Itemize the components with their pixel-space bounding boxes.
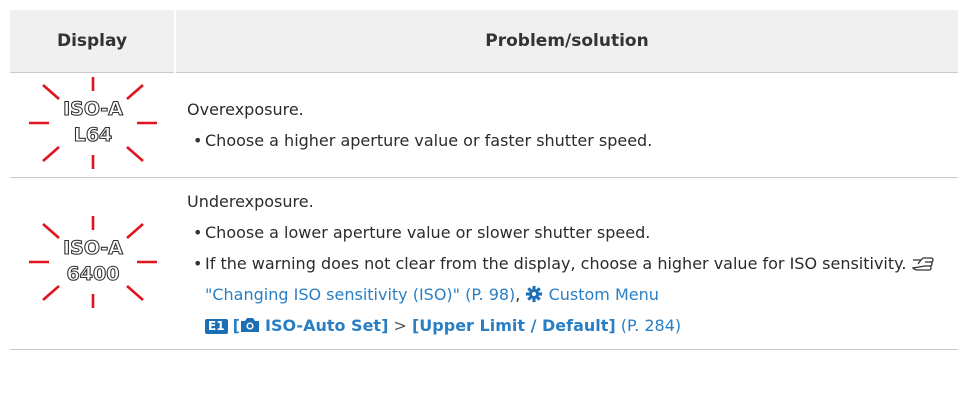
pointing-hand-icon [911, 254, 934, 273]
solution-cell: Overexposure. Choose a higher aperture v… [175, 72, 958, 178]
menu-tab-badge: E1 [205, 319, 228, 334]
problem-text: Overexposure. [187, 100, 304, 119]
flash-rays [28, 215, 157, 308]
list-item: If the warning does not clear from the d… [193, 248, 958, 341]
list-item: Choose a lower aperture value or slower … [193, 217, 958, 248]
solution-list: Choose a lower aperture value or slower … [187, 217, 958, 341]
iso-label: ISO-A [63, 237, 123, 259]
separator-comma: , [515, 285, 521, 304]
iso-value: 6400 [66, 263, 119, 285]
iso-value: L64 [73, 124, 112, 146]
flashing-iso-indicator-icon: ISO-A L64 [28, 77, 157, 169]
menu-item-label[interactable]: ISO-Auto Set] [265, 316, 388, 335]
display-cell: ISO-A L64 [10, 72, 175, 178]
list-item-text: If the warning does not clear from the d… [205, 254, 907, 273]
bracket-open: [ [232, 316, 240, 335]
cross-reference-link[interactable]: "Changing ISO sensitivity (ISO)" (P. 98) [205, 285, 515, 304]
header-row: Display Problem/solution [10, 10, 958, 73]
list-item: Choose a higher aperture value or faster… [193, 125, 958, 156]
display-cell: ISO-A 6400 [10, 177, 175, 350]
solution-cell: Underexposure. Choose a lower aperture v… [175, 177, 958, 350]
header-problem-solution: Problem/solution [175, 10, 958, 73]
flashing-iso-indicator-icon: ISO-A 6400 [28, 215, 157, 308]
gear-icon [525, 285, 543, 304]
flash-rays [28, 77, 157, 169]
page-reference-link[interactable]: (P. 284) [621, 316, 681, 335]
camera-icon [240, 316, 260, 335]
problem-text: Underexposure. [187, 192, 314, 211]
iso-label: ISO-A [63, 98, 123, 120]
table-row: ISO-A 6400 Underexposure. Choose a lower… [10, 177, 958, 350]
custom-menu-link[interactable]: Custom Menu [549, 285, 659, 304]
menu-separator: > [393, 316, 407, 335]
table-row: ISO-A L64 Overexposure. Choose a higher … [10, 72, 958, 178]
solution-list: Choose a higher aperture value or faster… [187, 125, 958, 156]
troubleshooting-table: Display Problem/solution ISO-A L64 Overe… [10, 10, 958, 350]
submenu-item-label[interactable]: [Upper Limit / Default] [412, 316, 616, 335]
header-display: Display [10, 10, 176, 73]
